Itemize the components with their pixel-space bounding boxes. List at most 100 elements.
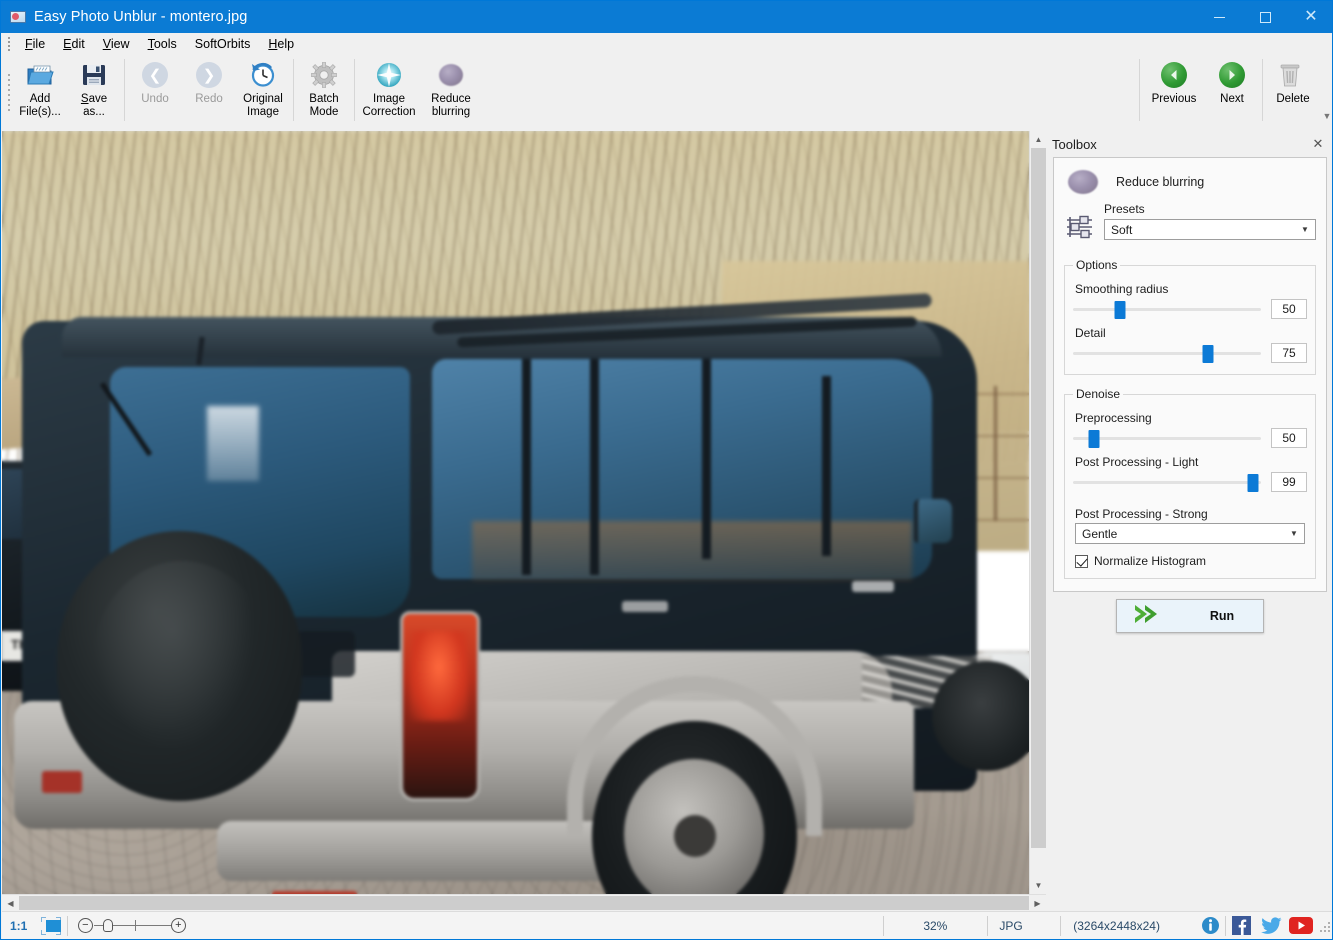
vertical-scrollbar-thumb[interactable] bbox=[1031, 148, 1046, 848]
slider-thumb[interactable] bbox=[1202, 345, 1214, 363]
post-processing-light-slider[interactable] bbox=[1073, 471, 1261, 493]
zoom-slider[interactable]: − + bbox=[77, 915, 186, 937]
photo-side-mirror bbox=[914, 499, 952, 543]
photo-rear-hub bbox=[674, 815, 716, 857]
zoom-percent-label: 32% bbox=[923, 918, 948, 933]
denoise-group-legend: Denoise bbox=[1076, 387, 1121, 401]
menu-item-file[interactable]: File bbox=[16, 34, 54, 54]
reduce-blurring-label: Reduce blurring bbox=[431, 93, 471, 118]
zoom-slider-tick bbox=[134, 919, 136, 931]
photo-pillar-1 bbox=[522, 359, 531, 575]
menubar-grip[interactable] bbox=[4, 36, 14, 52]
smoothing-radius-slider[interactable] bbox=[1073, 298, 1261, 320]
add-files-button[interactable]: Add File(s)... bbox=[13, 55, 67, 127]
normalize-histogram-checkbox[interactable]: Normalize Histogram bbox=[1075, 554, 1307, 568]
normalize-histogram-label: Normalize Histogram bbox=[1094, 554, 1207, 568]
post-processing-strong-select[interactable]: Gentle ▼ bbox=[1075, 523, 1305, 544]
post-processing-light-row: 99 bbox=[1073, 471, 1307, 493]
zoom-ratio-label[interactable]: 1:1 bbox=[2, 912, 35, 940]
delete-button[interactable]: Delete bbox=[1266, 55, 1320, 127]
social-links-group bbox=[1195, 915, 1316, 937]
image-viewport[interactable]: TH bbox=[2, 131, 1029, 894]
reduce-blurring-button[interactable]: Reduce blurring bbox=[420, 55, 482, 127]
toolbar-separator bbox=[124, 59, 125, 121]
zoom-slider-thumb[interactable] bbox=[102, 918, 113, 932]
options-group-legend: Options bbox=[1076, 258, 1118, 272]
slider-thumb[interactable] bbox=[1247, 474, 1259, 492]
fit-to-window-icon[interactable] bbox=[41, 916, 62, 935]
run-button[interactable]: Run bbox=[1116, 599, 1264, 633]
slider-track bbox=[1073, 308, 1261, 311]
chevron-left-icon[interactable]: ◀ bbox=[2, 895, 19, 912]
toolbar-overflow-icon[interactable]: ▼ bbox=[1320, 55, 1332, 127]
toolbar-separator-5 bbox=[1262, 59, 1263, 121]
next-button[interactable]: Next bbox=[1205, 55, 1259, 127]
menu-item-tools[interactable]: Tools bbox=[139, 34, 186, 54]
preprocessing-slider[interactable] bbox=[1073, 427, 1261, 449]
toolbar-grip[interactable] bbox=[5, 59, 13, 125]
detail-value[interactable]: 75 bbox=[1271, 343, 1307, 363]
delete-label: Delete bbox=[1276, 93, 1310, 105]
chevron-up-icon[interactable]: ▲ bbox=[1030, 131, 1047, 148]
save-as-button[interactable]: Save as... bbox=[67, 55, 121, 127]
image-dimensions-label: (3264x2448x24) bbox=[1073, 918, 1160, 933]
chevron-down-icon: ▼ bbox=[1290, 529, 1298, 538]
next-label: Next bbox=[1220, 93, 1244, 105]
chevron-right-icon[interactable]: ▶ bbox=[1029, 895, 1046, 912]
menu-item-view[interactable]: View bbox=[94, 34, 139, 54]
minimize-icon bbox=[1213, 16, 1225, 18]
minimize-button[interactable] bbox=[1196, 1, 1242, 33]
run-button-wrap: Run bbox=[1064, 599, 1316, 633]
checkbox-icon[interactable] bbox=[1075, 554, 1088, 568]
menu-item-edit[interactable]: Edit bbox=[54, 34, 94, 54]
batch-mode-button[interactable]: Batch Mode bbox=[297, 55, 351, 127]
resize-grip-icon[interactable] bbox=[1320, 922, 1331, 936]
photo-canvas[interactable]: TH bbox=[2, 131, 1029, 894]
slider-thumb[interactable] bbox=[1088, 430, 1100, 448]
redo-button[interactable]: ❯ Redo bbox=[182, 55, 236, 127]
zoom-in-button[interactable]: + bbox=[170, 917, 186, 933]
slider-track bbox=[1073, 481, 1261, 484]
toolbar-separator-4 bbox=[1139, 59, 1140, 121]
presets-column: Presets Soft ▼ bbox=[1104, 202, 1316, 246]
vertical-scrollbar[interactable]: ▲ ▼ bbox=[1029, 131, 1047, 894]
menu-item-help[interactable]: Help bbox=[259, 34, 303, 54]
horizontal-scrollbar[interactable]: ◀ ▶ bbox=[2, 894, 1046, 912]
chevron-down-icon[interactable]: ▼ bbox=[1030, 877, 1047, 894]
smoothing-radius-value[interactable]: 50 bbox=[1271, 299, 1307, 319]
file-format-label: JPG bbox=[999, 918, 1023, 933]
horizontal-scrollbar-thumb[interactable] bbox=[19, 896, 1029, 910]
slider-thumb[interactable] bbox=[1114, 301, 1126, 319]
photo-pillar-3 bbox=[702, 359, 711, 559]
floppy-disk-icon bbox=[79, 60, 109, 90]
twitter-icon[interactable] bbox=[1259, 915, 1283, 937]
open-folder-icon bbox=[25, 60, 55, 90]
youtube-icon[interactable] bbox=[1289, 915, 1314, 937]
facebook-icon[interactable] bbox=[1229, 915, 1253, 937]
blur-blob-icon bbox=[436, 60, 466, 90]
close-button[interactable]: ✕ bbox=[1288, 1, 1332, 33]
menu-bar: File Edit View Tools SoftOrbits Help bbox=[1, 33, 1332, 55]
info-icon[interactable] bbox=[1198, 915, 1222, 937]
close-icon[interactable]: ✕ bbox=[1309, 135, 1327, 153]
toolbox-title: Toolbox bbox=[1052, 136, 1097, 152]
preprocessing-value[interactable]: 50 bbox=[1271, 428, 1307, 448]
post-processing-light-value[interactable]: 99 bbox=[1271, 472, 1307, 492]
preprocessing-row: 50 bbox=[1073, 427, 1307, 449]
blur-blob-icon bbox=[1068, 170, 1098, 194]
undo-button[interactable]: ❮ Undo bbox=[128, 55, 182, 127]
window-title: Easy Photo Unblur - montero.jpg bbox=[34, 9, 248, 25]
presets-value: Soft bbox=[1111, 222, 1133, 237]
toolbox-body: Reduce blurring Presets Soft ▼ Options S… bbox=[1053, 157, 1327, 633]
denoise-group: Denoise Preprocessing 50 Post Processing… bbox=[1064, 387, 1316, 579]
presets-select[interactable]: Soft ▼ bbox=[1104, 219, 1316, 240]
original-image-button[interactable]: Original Image bbox=[236, 55, 290, 127]
maximize-button[interactable] bbox=[1242, 1, 1288, 33]
previous-button[interactable]: Previous bbox=[1143, 55, 1205, 127]
detail-slider[interactable] bbox=[1073, 342, 1261, 364]
trash-icon bbox=[1278, 60, 1308, 90]
application-window: Easy Photo Unblur - montero.jpg ✕ File E… bbox=[0, 0, 1333, 940]
image-correction-button[interactable]: Image Correction bbox=[358, 55, 420, 127]
menu-item-softorbits[interactable]: SoftOrbits bbox=[186, 34, 260, 54]
zoom-out-button[interactable]: − bbox=[77, 917, 93, 933]
